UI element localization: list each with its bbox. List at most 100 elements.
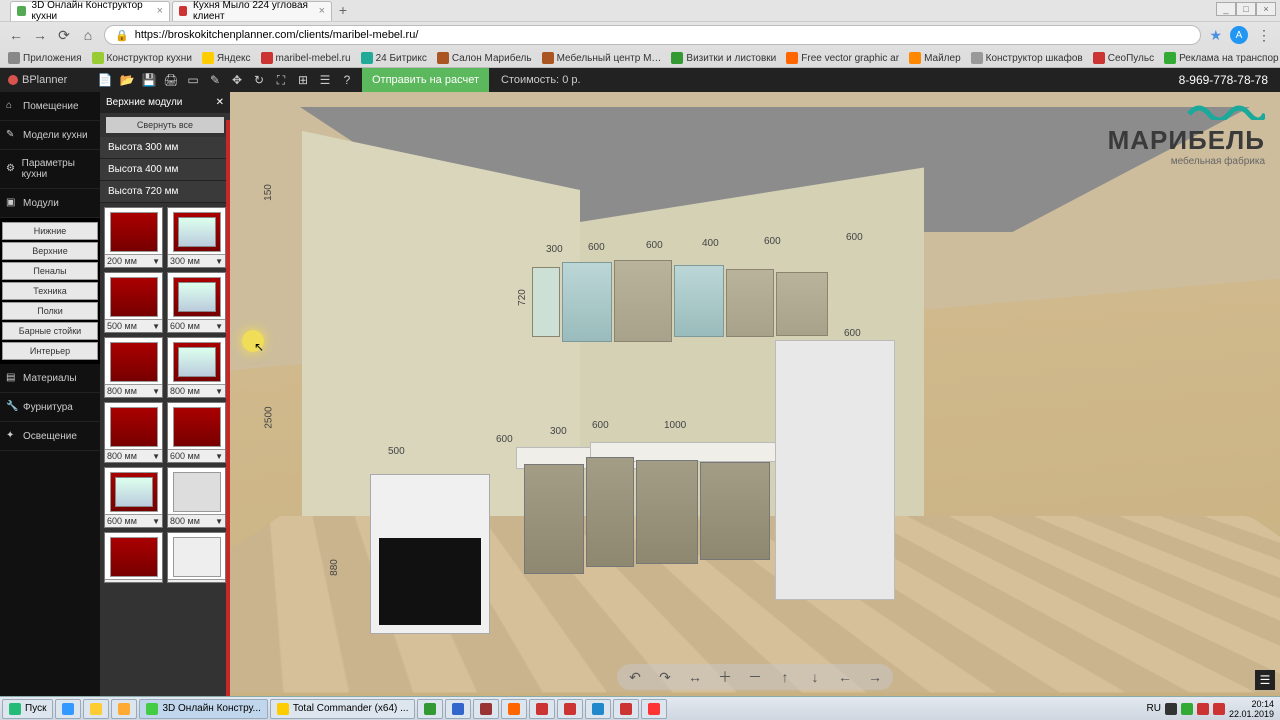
chevron-down-icon[interactable]: ▼ <box>152 452 160 461</box>
menu-modules[interactable]: ▣Модули <box>0 189 100 218</box>
window-close[interactable]: × <box>1256 2 1276 16</box>
taskbar-app[interactable] <box>445 699 471 719</box>
chevron-down-icon[interactable]: ▼ <box>152 257 160 266</box>
tray-icon[interactable] <box>1197 703 1209 715</box>
browser-tab-2[interactable]: Кухня Мыло 224 угловая клиент × <box>172 1 332 21</box>
close-tab-icon[interactable]: × <box>157 5 163 17</box>
close-tab-icon[interactable]: × <box>319 5 325 17</box>
bookmark-item[interactable]: СеоПульс <box>1093 52 1154 64</box>
new-file-icon[interactable]: 📄 <box>98 73 112 87</box>
bookmark-star-icon[interactable]: ★ <box>1209 27 1222 44</box>
upper-cabinet[interactable] <box>532 267 560 337</box>
tray-icon[interactable] <box>1213 703 1225 715</box>
edit-icon[interactable]: ✎ <box>208 73 222 87</box>
module-thumb[interactable]: 300 мм▼ <box>167 207 226 268</box>
subnav-upper[interactable]: Верхние <box>2 242 98 260</box>
tray-icon[interactable] <box>1165 703 1177 715</box>
left-icon[interactable]: ← <box>835 667 855 687</box>
module-thumb[interactable]: 600 мм▼ <box>104 467 163 528</box>
chevron-down-icon[interactable]: ▼ <box>215 322 223 331</box>
taskbar-app[interactable] <box>557 699 583 719</box>
orbit-left-icon[interactable]: ↶ <box>625 667 645 687</box>
zoom-in-icon[interactable]: ＋ <box>715 667 735 687</box>
chevron-down-icon[interactable]: ▼ <box>215 257 223 266</box>
window-minimize[interactable]: _ <box>1216 2 1236 16</box>
home-icon[interactable]: ⌂ <box>80 27 96 43</box>
browser-tab-1[interactable]: 3D Онлайн Конструктор кухни × <box>10 1 170 21</box>
module-thumb[interactable]: 800 мм▼ <box>104 402 163 463</box>
lower-cabinet[interactable] <box>524 464 584 574</box>
bookmark-item[interactable]: maribel-mebel.ru <box>261 52 351 64</box>
canvas-3d[interactable]: 150 2500 720 880 300 600 600 400 600 600… <box>230 92 1280 696</box>
upper-cabinet[interactable] <box>614 260 672 342</box>
close-panel-icon[interactable]: ✕ <box>216 97 224 108</box>
subnav-tech[interactable]: Техника <box>2 282 98 300</box>
help-icon[interactable]: ? <box>340 73 354 87</box>
list-icon[interactable]: ☰ <box>318 73 332 87</box>
quick-launch-explorer[interactable] <box>83 699 109 719</box>
module-thumb[interactable]: 800 мм▼ <box>167 467 226 528</box>
pan-icon[interactable]: ↔ <box>685 667 705 687</box>
save-icon[interactable]: 💾 <box>142 73 156 87</box>
bookmark-item[interactable]: Мебельный центр М… <box>542 52 662 64</box>
taskbar-app[interactable] <box>585 699 611 719</box>
window-maximize[interactable]: □ <box>1236 2 1256 16</box>
profile-avatar[interactable]: А <box>1230 26 1248 44</box>
back-icon[interactable]: ← <box>8 27 24 43</box>
menu-hardware[interactable]: 🔧Фурнитура <box>0 393 100 422</box>
chevron-down-icon[interactable]: ▼ <box>215 387 223 396</box>
module-thumb[interactable]: 600 мм▼ <box>167 402 226 463</box>
down-icon[interactable]: ↓ <box>805 667 825 687</box>
rotate-icon[interactable]: ↻ <box>252 73 266 87</box>
stove[interactable] <box>370 474 490 634</box>
upper-cabinet-glass[interactable] <box>562 262 612 342</box>
module-thumb[interactable] <box>104 532 163 583</box>
quick-launch-folder[interactable] <box>111 699 137 719</box>
bookmark-item[interactable]: Free vector graphic ar <box>786 52 899 64</box>
bookmark-item[interactable]: Визитки и листовки <box>671 52 776 64</box>
chevron-down-icon[interactable]: ▼ <box>215 452 223 461</box>
module-thumb[interactable]: 800 мм▼ <box>167 337 226 398</box>
menu-models[interactable]: ✎Модели кухни <box>0 121 100 150</box>
new-tab-button[interactable]: + <box>334 2 352 20</box>
bookmark-item[interactable]: Конструктор шкафов <box>971 52 1083 64</box>
section-h300[interactable]: Высота 300 мм <box>100 137 230 159</box>
section-h400[interactable]: Высота 400 мм <box>100 159 230 181</box>
taskbar-app[interactable] <box>501 699 527 719</box>
expand-icon[interactable]: ⛶ <box>274 73 288 87</box>
module-thumb[interactable]: 800 мм▼ <box>104 337 163 398</box>
send-quote-button[interactable]: Отправить на расчет <box>362 68 489 92</box>
bookmark-item[interactable]: Яндекс <box>202 52 251 64</box>
orbit-right-icon[interactable]: ↷ <box>655 667 675 687</box>
chevron-down-icon[interactable]: ▼ <box>215 517 223 526</box>
taskbar-app-chrome[interactable]: 3D Онлайн Констру... <box>139 699 267 719</box>
section-h720[interactable]: Высота 720 мм <box>100 181 230 203</box>
chevron-down-icon[interactable]: ▼ <box>152 322 160 331</box>
module-thumb[interactable]: 600 мм▼ <box>167 272 226 333</box>
start-button[interactable]: Пуск <box>2 699 53 719</box>
chevron-down-icon[interactable]: ▼ <box>152 387 160 396</box>
menu-params[interactable]: ⚙Параметры кухни <box>0 150 100 189</box>
grid-icon[interactable]: ⊞ <box>296 73 310 87</box>
lower-cabinet[interactable] <box>586 457 634 567</box>
module-thumb[interactable] <box>167 532 226 583</box>
bookmark-item[interactable]: Конструктор кухни <box>92 52 192 64</box>
bookmark-item[interactable]: Салон Марибель <box>437 52 532 64</box>
upper-cabinet[interactable] <box>726 269 774 337</box>
lang-indicator[interactable]: RU <box>1147 703 1161 714</box>
collapse-all-button[interactable]: Свернуть все <box>106 117 224 133</box>
subnav-penal[interactable]: Пеналы <box>2 262 98 280</box>
menu-lighting[interactable]: ✦Освещение <box>0 422 100 451</box>
reload-icon[interactable]: ⟳ <box>56 27 72 43</box>
apps-button[interactable]: Приложения <box>8 52 82 64</box>
move-icon[interactable]: ✥ <box>230 73 244 87</box>
subnav-shelves[interactable]: Полки <box>2 302 98 320</box>
taskbar-app[interactable] <box>613 699 639 719</box>
menu-room[interactable]: ⌂Помещение <box>0 92 100 121</box>
subnav-interior[interactable]: Интерьер <box>2 342 98 360</box>
bookmark-item[interactable]: 24 Битрикс <box>361 52 427 64</box>
lower-cabinet[interactable] <box>700 462 770 560</box>
side-panel-toggle[interactable]: ☰ <box>1255 670 1275 690</box>
clock[interactable]: 20:14 22.01.2019 <box>1229 699 1274 719</box>
right-icon[interactable]: → <box>865 667 885 687</box>
